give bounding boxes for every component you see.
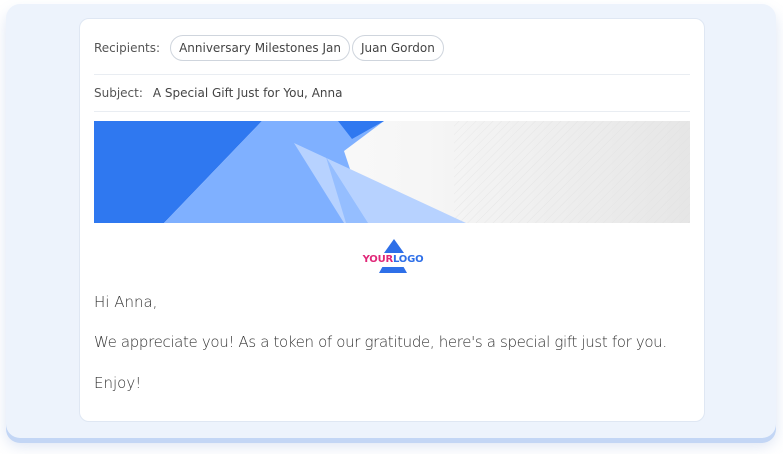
email-preview-panel: Recipients: Anniversary Milestones Jan J…: [6, 4, 776, 438]
recipient-chip-list[interactable]: Anniversary Milestones Jan: [170, 35, 350, 61]
email-card: Recipients: Anniversary Milestones Jan J…: [79, 18, 705, 422]
subject-text: A Special Gift Just for You, Anna: [152, 86, 343, 100]
email-greeting: Hi Anna,: [94, 293, 158, 311]
recipients-row: Recipients: Anniversary Milestones Jan J…: [94, 33, 690, 63]
logo-text: YOURLOGO: [360, 254, 426, 266]
recipient-chip-contact[interactable]: Juan Gordon: [351, 35, 444, 61]
logo-text-logo: LOGO: [392, 254, 424, 265]
subject-label: Subject:: [94, 86, 143, 100]
subject-row: Subject: A Special Gift Just for You, An…: [94, 74, 690, 112]
email-banner-image: [94, 121, 690, 223]
email-closing: Enjoy!: [94, 374, 142, 392]
logo-base-icon: [379, 267, 407, 273]
logo-triangle-icon: [384, 239, 404, 253]
recipients-label: Recipients:: [94, 41, 161, 55]
logo-text-your: YOUR: [362, 254, 394, 265]
email-body-text: We appreciate you! As a token of our gra…: [94, 333, 667, 351]
company-logo: YOURLOGO: [360, 239, 426, 279]
